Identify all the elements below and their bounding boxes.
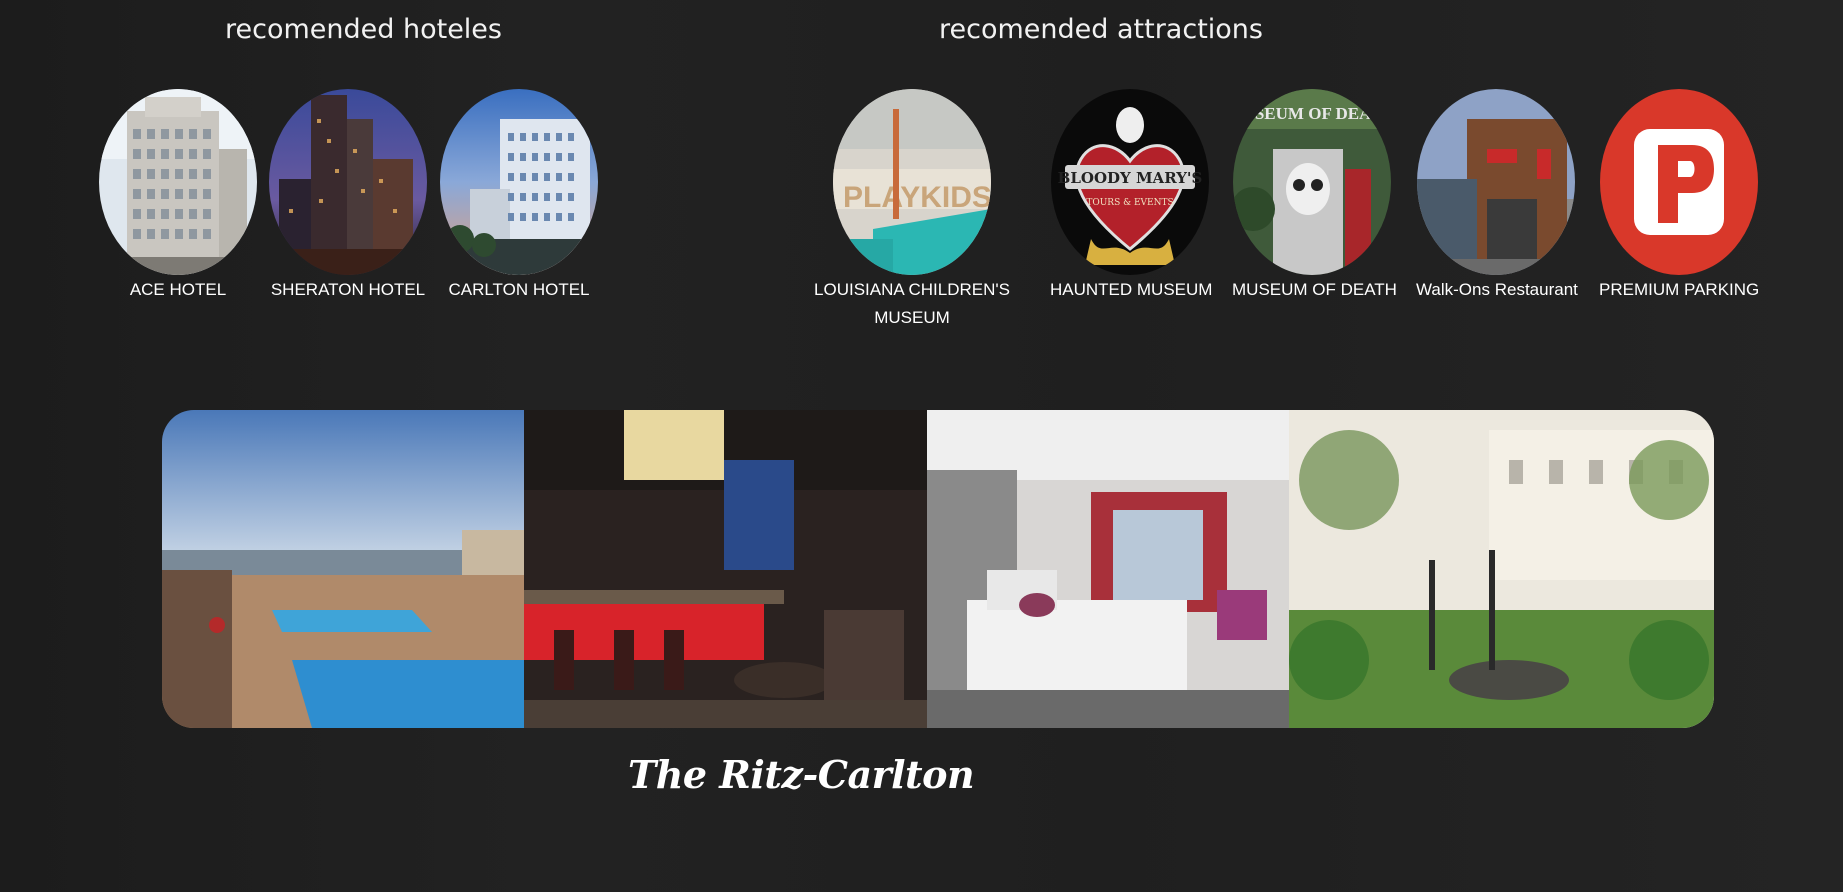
sheraton-hotel-photo[interactable] <box>269 89 427 275</box>
bloody-marys-logo[interactable]: BLOODY MARY'S TOURS & EVENTS <box>1051 89 1209 275</box>
rooftop-pool-photo <box>162 410 524 728</box>
attraction-label-childrens-museum: LOUISIANA CHILDREN'S MUSEUM <box>814 280 1010 327</box>
walk-ons-restaurant-photo[interactable] <box>1417 89 1575 275</box>
childrens-museum-photo[interactable]: PLAYKIDS <box>833 89 991 275</box>
attraction-label-walk-ons: Walk-Ons Restaurant <box>1416 280 1578 299</box>
attraction-label-museum-of-death: MUSEUM OF DEATH <box>1232 280 1397 299</box>
courtyard-patio-photo <box>1289 410 1714 728</box>
banner-caption: The Ritz-Carlton <box>628 752 975 797</box>
museum-of-death-photo[interactable]: USEUM OF DEAT <box>1233 89 1391 275</box>
hotel-room-photo <box>927 410 1289 728</box>
hotel-label-sheraton: SHERATON HOTEL <box>270 280 426 299</box>
attraction-item-walk-ons[interactable]: Walk-Ons Restaurant <box>1416 89 1578 304</box>
hotel-item-sheraton[interactable]: SHERATON HOTEL <box>268 89 428 304</box>
attraction-item-museum-of-death[interactable]: USEUM OF DEAT MUSEUM OF DEATH <box>1232 89 1397 304</box>
attraction-item-childrens-museum[interactable]: PLAYKIDS LOUISIANA CHILDREN'S MUSEUM <box>814 89 1010 332</box>
ritz-carlton-banner[interactable] <box>162 410 1714 728</box>
hotel-label-carlton: CARLTON HOTEL <box>448 280 590 299</box>
svg-text:BLOODY MARY'S: BLOODY MARY'S <box>1058 169 1203 187</box>
attraction-label-premium-parking: PREMIUM PARKING <box>1599 280 1760 299</box>
attractions-section-title: recomended attractions <box>939 14 1263 45</box>
attraction-label-haunted-museum: HAUNTED MUSEUM <box>1050 280 1213 299</box>
hotels-section-title: recomended hoteles <box>225 14 502 45</box>
svg-text:PLAYKIDS: PLAYKIDS <box>843 181 991 214</box>
attraction-item-haunted-museum[interactable]: BLOODY MARY'S TOURS & EVENTS HAUNTED MUS… <box>1050 89 1213 304</box>
carlton-hotel-photo[interactable] <box>440 89 598 275</box>
hotel-item-ace[interactable]: ACE HOTEL <box>98 89 258 304</box>
svg-text:TOURS & EVENTS: TOURS & EVENTS <box>1086 198 1173 208</box>
attraction-item-premium-parking[interactable]: PREMIUM PARKING <box>1599 89 1759 304</box>
ace-hotel-photo[interactable] <box>99 89 257 275</box>
lounge-bar-photo <box>524 410 927 728</box>
hotel-item-carlton[interactable]: CARLTON HOTEL <box>439 89 599 304</box>
svg-text:USEUM OF DEAT: USEUM OF DEAT <box>1243 104 1383 123</box>
hotel-label-ace: ACE HOTEL <box>129 280 227 299</box>
premium-parking-logo[interactable] <box>1600 89 1758 275</box>
